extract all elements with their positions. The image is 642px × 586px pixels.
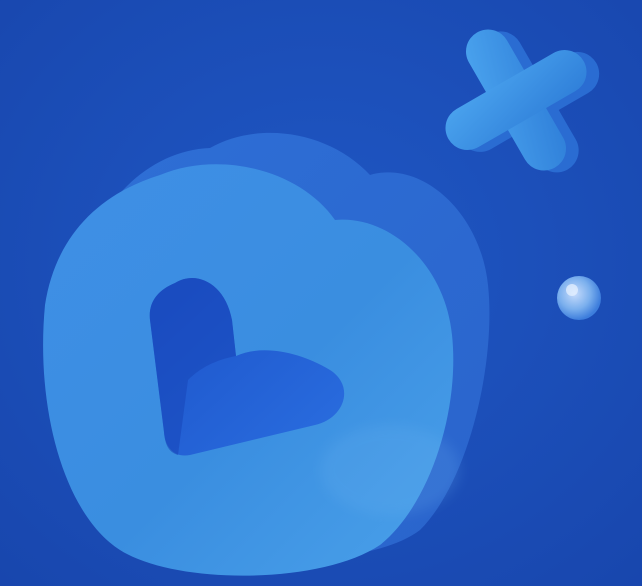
heart-cutout-icon: [43, 132, 490, 576]
illustration-canvas: [0, 0, 642, 586]
sphere-icon: [557, 276, 601, 320]
illustration-svg: [0, 0, 642, 586]
